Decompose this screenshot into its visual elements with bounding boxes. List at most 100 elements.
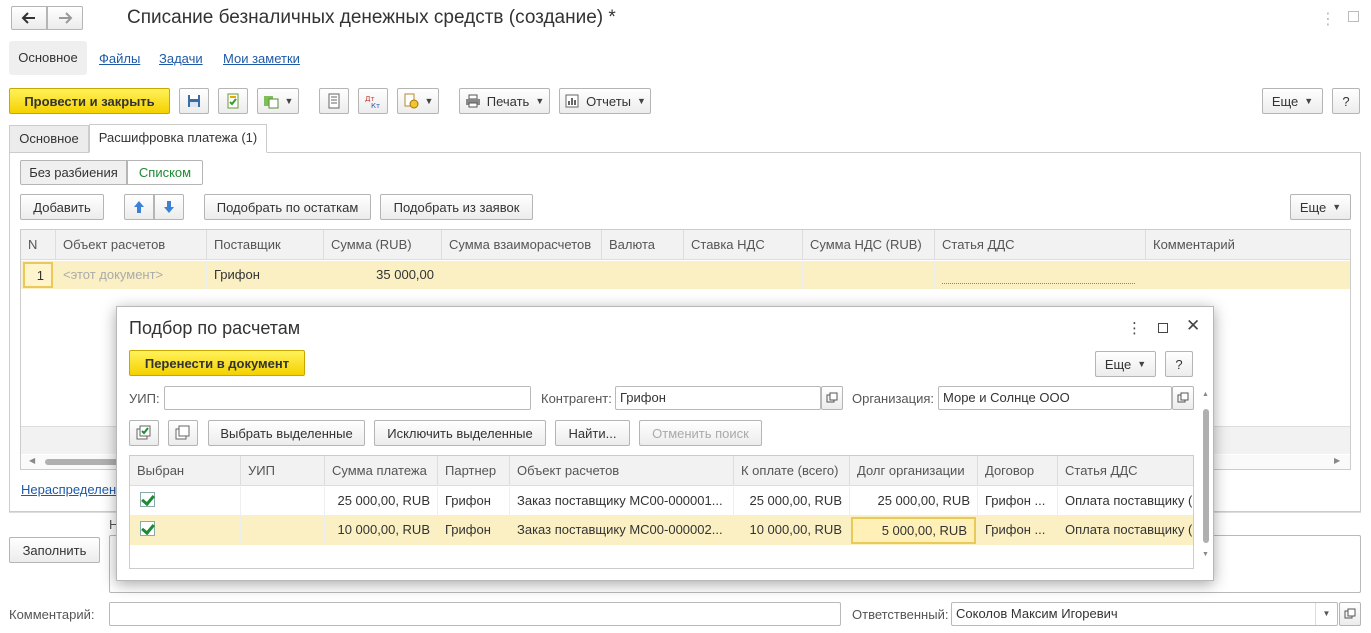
window-menu-icon[interactable]: ⋮ — [1320, 9, 1336, 29]
row-dds[interactable] — [935, 261, 1146, 289]
dcol-dds[interactable]: Статья ДДС — [1058, 456, 1193, 486]
row-sum[interactable]: 35 000,00 — [324, 261, 442, 289]
col-supplier[interactable]: Поставщик — [207, 230, 324, 260]
table-row[interactable]: 1 <этот документ> Грифон 35 000,00 — [21, 261, 1350, 289]
row-partner[interactable]: Грифон — [438, 487, 510, 515]
row-currency[interactable] — [602, 261, 684, 289]
row-comment[interactable] — [1146, 261, 1350, 289]
row-partner[interactable]: Грифон — [438, 516, 510, 544]
help-button[interactable]: ? — [1332, 88, 1360, 114]
counterparty-input[interactable]: Грифон — [615, 386, 821, 410]
tab-payment-breakdown[interactable]: Расшифровка платежа (1) — [89, 124, 267, 153]
comment-input[interactable] — [109, 602, 841, 626]
uip-input[interactable] — [164, 386, 531, 410]
dialog-menu-icon[interactable]: ⋮ — [1127, 319, 1142, 337]
row-dds[interactable]: Оплата поставщику (: — [1058, 516, 1193, 544]
check-all-button[interactable] — [129, 420, 159, 446]
row-selected[interactable] — [130, 516, 241, 544]
row-settlement-sum[interactable] — [442, 261, 602, 289]
post-button[interactable] — [218, 88, 248, 114]
create-based-on-button[interactable]: ▼ — [257, 88, 299, 114]
add-button[interactable]: Добавить — [20, 194, 104, 220]
scroll-up-icon[interactable]: ▲ — [1202, 391, 1209, 398]
row-uip[interactable] — [241, 516, 325, 544]
col-n[interactable]: N — [21, 230, 56, 260]
cancel-search-button[interactable]: Отменить поиск — [639, 420, 762, 446]
dcol-uip[interactable]: УИП — [241, 456, 325, 486]
nav-tab-tasks[interactable]: Задачи — [159, 51, 203, 66]
dcol-partner[interactable]: Партнер — [438, 456, 510, 486]
row-vat-rate[interactable] — [684, 261, 803, 289]
scroll-right-icon[interactable]: ▶ — [1334, 456, 1340, 465]
dcol-object[interactable]: Объект расчетов — [510, 456, 734, 486]
dt-kt-button[interactable]: Дт Кт — [358, 88, 388, 114]
pick-from-requests-button[interactable]: Подобрать из заявок — [380, 194, 533, 220]
open-counterparty-button[interactable] — [821, 386, 843, 410]
row-uip[interactable] — [241, 487, 325, 515]
row-object[interactable]: <этот документ> — [56, 261, 207, 289]
row-n[interactable]: 1 — [23, 262, 53, 288]
dialog-maximize-icon[interactable] — [1158, 323, 1168, 333]
table-more-button[interactable]: Еще ▼ — [1290, 194, 1351, 220]
nav-tab-files[interactable]: Файлы — [99, 51, 140, 66]
col-comment[interactable]: Комментарий — [1146, 230, 1350, 260]
row-dds[interactable]: Оплата поставщику (: — [1058, 487, 1193, 515]
forward-button[interactable] — [47, 6, 83, 30]
uncheck-all-button[interactable] — [168, 420, 198, 446]
dialog-more-button[interactable]: Еще ▼ — [1095, 351, 1156, 377]
print-button[interactable]: Печать ▼ — [459, 88, 550, 114]
unallocated-link[interactable]: Нераспределен — [21, 482, 116, 497]
dcol-to-pay[interactable]: К оплате (всего) — [734, 456, 850, 486]
col-object[interactable]: Объект расчетов — [56, 230, 207, 260]
row-to-pay[interactable]: 25 000,00, RUB — [734, 487, 850, 515]
nav-tab-notes[interactable]: Мои заметки — [223, 51, 300, 66]
window-maximize-icon[interactable] — [1348, 11, 1359, 22]
scroll-left-icon[interactable]: ◀ — [29, 456, 35, 465]
row-payment[interactable]: 25 000,00, RUB — [325, 487, 438, 515]
open-responsible-button[interactable] — [1339, 602, 1361, 626]
structure-button[interactable] — [319, 88, 349, 114]
dcol-selected[interactable]: Выбран — [130, 456, 241, 486]
dcol-debt[interactable]: Долг организации — [850, 456, 978, 486]
scroll-thumb[interactable] — [1203, 409, 1209, 543]
row-contract[interactable]: Грифон ... — [978, 516, 1058, 544]
row-object[interactable]: Заказ поставщику МС00-000001... — [510, 487, 734, 515]
col-dds[interactable]: Статья ДДС — [935, 230, 1146, 260]
row-object[interactable]: Заказ поставщику МС00-000002... — [510, 516, 734, 544]
transfer-to-document-button[interactable]: Перенести в документ — [129, 350, 305, 376]
col-vat-sum[interactable]: Сумма НДС (RUB) — [803, 230, 935, 260]
dcol-payment[interactable]: Сумма платежа — [325, 456, 438, 486]
dialog-close-icon[interactable]: ✕ — [1186, 316, 1200, 336]
row-debt[interactable]: 25 000,00, RUB — [850, 487, 978, 515]
dropdown-icon[interactable]: ▼ — [1315, 603, 1337, 625]
responsible-input[interactable]: Соколов Максим Игоревич ▼ — [951, 602, 1338, 626]
row-to-pay[interactable]: 10 000,00, RUB — [734, 516, 850, 544]
pick-by-balance-button[interactable]: Подобрать по остаткам — [204, 194, 371, 220]
row-selected[interactable] — [130, 487, 241, 515]
checkbox-checked[interactable] — [140, 521, 155, 536]
table-row[interactable]: 10 000,00, RUB Грифон Заказ поставщику М… — [130, 516, 1193, 545]
select-selected-button[interactable]: Выбрать выделенные — [208, 420, 365, 446]
mode-list-button[interactable]: Списком — [127, 160, 203, 185]
row-vat-sum[interactable] — [803, 261, 935, 289]
move-down-button[interactable] — [154, 194, 184, 220]
col-vat-rate[interactable]: Ставка НДС — [684, 230, 803, 260]
row-payment[interactable]: 10 000,00, RUB — [325, 516, 438, 544]
save-button[interactable] — [179, 88, 209, 114]
table-row[interactable]: 25 000,00, RUB Грифон Заказ поставщику М… — [130, 487, 1193, 516]
col-currency[interactable]: Валюта — [602, 230, 684, 260]
col-settlement-sum[interactable]: Сумма взаиморасчетов — [442, 230, 602, 260]
move-up-button[interactable] — [124, 194, 154, 220]
row-supplier[interactable]: Грифон — [207, 261, 324, 289]
dcol-contract[interactable]: Договор — [978, 456, 1058, 486]
org-input[interactable]: Море и Солнце ООО — [938, 386, 1172, 410]
col-sum[interactable]: Сумма (RUB) — [324, 230, 442, 260]
find-button[interactable]: Найти... — [555, 420, 630, 446]
dialog-vertical-scrollbar[interactable]: ▲ ▼ — [1201, 391, 1211, 563]
checkbox-checked[interactable] — [140, 492, 155, 507]
row-contract[interactable]: Грифон ... — [978, 487, 1058, 515]
back-button[interactable] — [11, 6, 47, 30]
more-button[interactable]: Еще ▼ — [1262, 88, 1323, 114]
open-org-button[interactable] — [1172, 386, 1194, 410]
scroll-down-icon[interactable]: ▼ — [1202, 551, 1209, 558]
